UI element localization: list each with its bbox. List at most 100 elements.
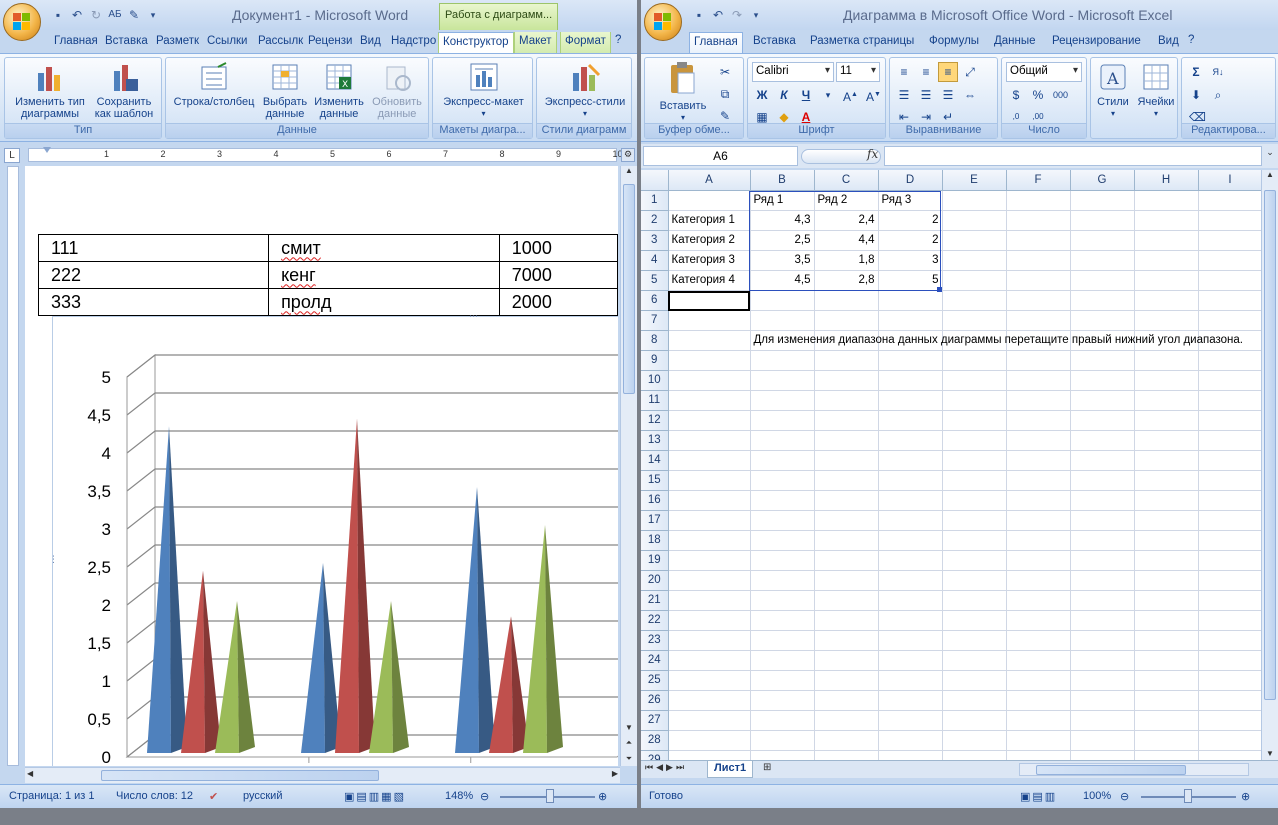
cell[interactable] (814, 290, 879, 311)
cell[interactable] (1198, 390, 1261, 411)
row-header[interactable]: 18 (641, 530, 669, 551)
copy-icon[interactable]: ⧉ (715, 84, 735, 104)
row-header[interactable]: 5 (641, 270, 669, 291)
align-top-icon[interactable]: ≡ (894, 62, 914, 82)
percent-icon[interactable]: % (1028, 85, 1048, 105)
cell[interactable] (878, 530, 943, 551)
cell[interactable] (1006, 370, 1071, 391)
scroll-up-icon[interactable]: ▲ (1262, 170, 1278, 186)
cell[interactable] (668, 430, 751, 451)
horizontal-scrollbar[interactable] (1019, 763, 1249, 776)
fill-icon[interactable]: ⬇ (1186, 85, 1206, 105)
underline-dropdown-icon[interactable]: ▾ (818, 85, 838, 105)
row-header[interactable]: 13 (641, 430, 669, 451)
cell[interactable] (1070, 690, 1135, 711)
cell[interactable] (1198, 550, 1261, 571)
column-header[interactable]: A (668, 170, 751, 191)
cell[interactable] (1070, 390, 1135, 411)
cell[interactable] (942, 610, 1007, 631)
cell[interactable] (942, 350, 1007, 371)
cell[interactable] (668, 630, 751, 651)
row-header[interactable]: 23 (641, 630, 669, 651)
cell[interactable] (1198, 590, 1261, 611)
office-button[interactable] (644, 3, 682, 41)
cell[interactable] (668, 290, 751, 311)
zoom-out-icon[interactable]: ⊖ (480, 790, 489, 803)
cell[interactable]: Категория 2 (668, 230, 751, 251)
cell[interactable] (1198, 750, 1261, 760)
scroll-thumb[interactable] (1036, 765, 1186, 775)
cell[interactable]: Категория 1 (668, 210, 751, 231)
cell[interactable] (878, 290, 943, 311)
styles-button[interactable]: A Стили ▾ (1093, 61, 1133, 120)
quick-layout-button[interactable]: Экспресс-макет ▾ (437, 61, 530, 120)
align-center-icon[interactable]: ☰ (916, 85, 936, 105)
cell[interactable] (1006, 210, 1071, 231)
tab-formulas[interactable]: Формулы (925, 32, 983, 53)
table-cell[interactable]: пролд (268, 288, 500, 316)
cell[interactable] (1134, 650, 1199, 671)
cell[interactable] (668, 550, 751, 571)
spelling-icon[interactable]: АБ (107, 7, 123, 23)
scroll-thumb[interactable] (623, 184, 635, 394)
cell[interactable] (1070, 370, 1135, 391)
change-chart-type-button[interactable]: Изменить тип диаграммы (9, 61, 91, 120)
redo-icon[interactable]: ↷ (729, 7, 745, 23)
cell[interactable] (1070, 570, 1135, 591)
expand-formula-bar-icon[interactable]: ⌄ (1264, 147, 1276, 164)
cell[interactable] (1070, 530, 1135, 551)
cell[interactable] (668, 410, 751, 431)
zoom-slider-thumb[interactable] (546, 789, 554, 803)
row-header[interactable]: 4 (641, 250, 669, 271)
cell[interactable] (942, 190, 1007, 211)
cell[interactable] (1134, 490, 1199, 511)
view-ruler-icon[interactable]: ⚙ (621, 148, 635, 162)
next-page-icon[interactable]: ⏷ (621, 754, 637, 764)
currency-icon[interactable]: $ (1006, 85, 1026, 105)
cell[interactable] (1198, 230, 1261, 251)
cell[interactable] (1006, 750, 1071, 760)
scroll-right-icon[interactable]: ▶ (612, 769, 618, 778)
tab-review[interactable]: Рецензирование (1048, 32, 1145, 53)
cell[interactable] (942, 410, 1007, 431)
tab-view[interactable]: Вид (356, 32, 385, 53)
cell[interactable] (668, 610, 751, 631)
cell[interactable] (878, 570, 943, 591)
cell[interactable] (942, 690, 1007, 711)
cell[interactable] (1198, 190, 1261, 211)
row-header[interactable]: 15 (641, 470, 669, 491)
cell[interactable] (1134, 390, 1199, 411)
cell[interactable] (1070, 490, 1135, 511)
cell[interactable] (1006, 710, 1071, 731)
vertical-ruler[interactable] (0, 166, 24, 766)
cell[interactable] (814, 610, 879, 631)
cell[interactable] (942, 550, 1007, 571)
cell[interactable] (1198, 430, 1261, 451)
table-cell[interactable]: кенг (268, 261, 500, 289)
table-cell[interactable]: 222 (37, 261, 270, 289)
row-header[interactable]: 24 (641, 650, 669, 671)
thousands-icon[interactable]: 000 (1050, 85, 1071, 105)
cell[interactable] (750, 370, 815, 391)
align-left-icon[interactable]: ☰ (894, 85, 914, 105)
cell[interactable] (1070, 590, 1135, 611)
cut-icon[interactable]: ✂ (715, 62, 735, 82)
paste-special-icon[interactable]: ✎ (126, 7, 142, 23)
cell[interactable] (1198, 290, 1261, 311)
cell[interactable] (1070, 290, 1135, 311)
undo-icon[interactable]: ↶ (69, 7, 85, 23)
column-header[interactable]: D (878, 170, 943, 191)
cell[interactable] (1198, 370, 1261, 391)
cell[interactable] (1198, 730, 1261, 751)
cell[interactable] (1134, 290, 1199, 311)
cell[interactable] (750, 550, 815, 571)
cell[interactable] (1198, 690, 1261, 711)
cell[interactable] (1198, 650, 1261, 671)
tab-format[interactable]: Формат (560, 32, 611, 53)
cell[interactable] (878, 510, 943, 531)
cell[interactable] (942, 450, 1007, 471)
row-header[interactable]: 3 (641, 230, 669, 251)
row-header[interactable]: 9 (641, 350, 669, 371)
cell[interactable] (814, 630, 879, 651)
merge-center-icon[interactable]: ⇔ (960, 85, 980, 105)
